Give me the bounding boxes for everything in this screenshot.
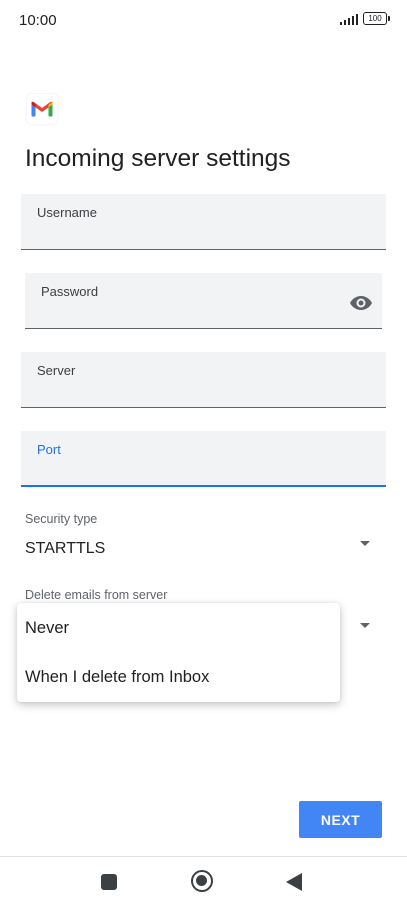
delete-emails-dropdown-menu: Never When I delete from Inbox [17, 603, 340, 702]
security-type-value: STARTTLS [25, 540, 106, 557]
security-type-select[interactable]: STARTTLS [21, 530, 386, 566]
status-bar: 10:00 100 [0, 0, 407, 40]
port-label: Port [37, 442, 61, 457]
back-triangle-icon[interactable] [286, 873, 302, 891]
battery-icon: 100 [363, 12, 390, 25]
password-label: Password [41, 284, 99, 299]
chevron-down-icon [360, 541, 370, 546]
security-type-label: Security type [25, 512, 98, 526]
square-icon[interactable] [101, 874, 117, 890]
gmail-logo-icon [27, 94, 57, 124]
menu-item-never[interactable]: Never [17, 604, 340, 653]
server-field[interactable]: Server [21, 352, 386, 408]
next-button[interactable]: NEXT [299, 801, 382, 838]
delete-emails-label: Delete emails from server [25, 588, 168, 602]
eye-icon[interactable] [349, 291, 373, 315]
system-nav-bar [0, 856, 407, 906]
chevron-down-icon [360, 623, 370, 628]
server-label: Server [37, 363, 76, 378]
home-circle-icon[interactable] [191, 870, 213, 892]
page-title: Incoming server settings [25, 145, 291, 172]
status-time: 10:00 [19, 12, 57, 29]
signal-bars-icon [339, 13, 358, 25]
username-label: Username [37, 205, 97, 220]
password-field[interactable]: Password [25, 273, 382, 329]
username-field[interactable]: Username [21, 194, 386, 250]
port-field[interactable]: Port [21, 431, 386, 487]
status-icons: 100 [339, 12, 390, 25]
menu-item-when-delete-from-inbox[interactable]: When I delete from Inbox [17, 653, 340, 702]
battery-level: 100 [368, 14, 382, 23]
